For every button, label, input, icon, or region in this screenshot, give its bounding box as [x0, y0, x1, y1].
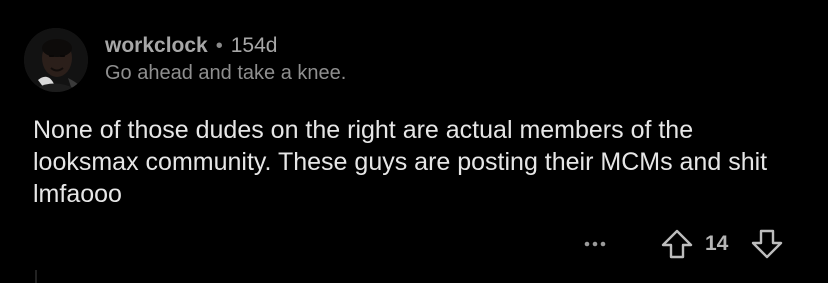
user-flair: Go ahead and take a knee.	[105, 62, 347, 84]
comment-body: None of those dudes on the right are act…	[33, 116, 768, 208]
comment-actions: 14	[0, 226, 828, 262]
downvote-button[interactable]	[750, 228, 784, 260]
avatar-image	[24, 28, 88, 92]
upvote-arrow-icon	[661, 229, 693, 259]
upvote-button[interactable]	[660, 228, 694, 260]
more-options-icon	[584, 241, 606, 247]
comment-header: workclock • 154d	[105, 31, 277, 61]
downvote-arrow-icon	[751, 229, 783, 259]
avatar[interactable]	[24, 28, 88, 92]
thread-line	[35, 270, 37, 283]
username[interactable]: workclock	[105, 34, 208, 58]
comment: workclock • 154d Go ahead and take a kne…	[0, 0, 828, 283]
comment-age: 154d	[230, 34, 278, 57]
more-options-button[interactable]	[580, 230, 610, 258]
vote-score: 14	[705, 232, 729, 255]
separator-dot: •	[215, 34, 223, 57]
